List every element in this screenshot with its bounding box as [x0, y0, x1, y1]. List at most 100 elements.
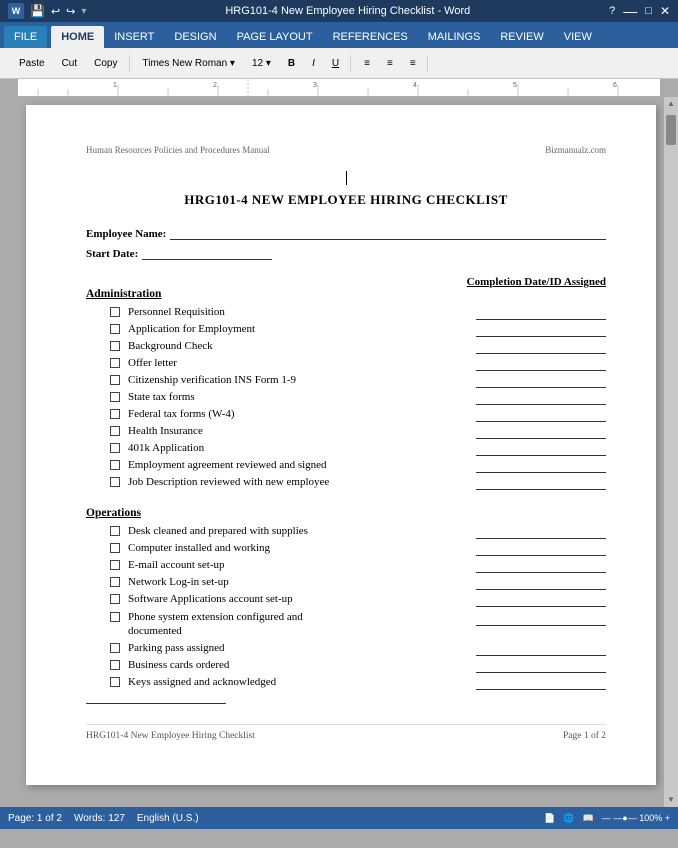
- footer-right: Page 1 of 2: [563, 731, 606, 741]
- item-citizenship: Citizenship verification INS Form 1-9: [128, 374, 470, 386]
- tab-design[interactable]: DESIGN: [164, 26, 226, 48]
- checkbox-state-tax[interactable]: [110, 392, 120, 402]
- italic-btn[interactable]: I: [305, 55, 322, 72]
- checkbox-citizenship[interactable]: [110, 375, 120, 385]
- paste-btn[interactable]: Paste: [12, 55, 52, 72]
- view-web-btn[interactable]: 🌐: [563, 813, 574, 824]
- item-line-state-tax: [476, 391, 606, 405]
- list-item: Phone system extension configured anddoc…: [86, 610, 606, 639]
- checkbox-desk[interactable]: [110, 526, 120, 536]
- checkbox-employment-agreement[interactable]: [110, 460, 120, 470]
- checkbox-keys[interactable]: [110, 677, 120, 687]
- redo-btn[interactable]: ↪: [66, 5, 75, 18]
- list-item: E-mail account set-up: [86, 559, 606, 573]
- item-keys: Keys assigned and acknowledged: [128, 676, 470, 688]
- checkbox-401k[interactable]: [110, 443, 120, 453]
- checkbox-offer[interactable]: [110, 358, 120, 368]
- item-line-application: [476, 323, 606, 337]
- item-job-desc: Job Description reviewed with new employ…: [128, 476, 470, 488]
- item-line-employment-agreement: [476, 459, 606, 473]
- item-background: Background Check: [128, 340, 470, 352]
- checkbox-health[interactable]: [110, 426, 120, 436]
- employee-name-row: Employee Name:: [86, 226, 606, 240]
- scroll-area[interactable]: Human Resources Policies and Procedures …: [18, 97, 664, 807]
- quick-save-btn[interactable]: 💾: [30, 4, 45, 18]
- align-right-btn[interactable]: ≡: [403, 55, 423, 72]
- item-computer: Computer installed and working: [128, 542, 470, 554]
- item-line-job-desc: [476, 476, 606, 490]
- start-date-line[interactable]: [142, 246, 272, 260]
- zoom-slider[interactable]: — —●— 100% +: [602, 813, 670, 823]
- checkbox-phone[interactable]: [110, 612, 120, 622]
- scroll-thumb[interactable]: [666, 115, 676, 145]
- item-application: Application for Employment: [128, 323, 470, 335]
- tab-review[interactable]: REVIEW: [490, 26, 553, 48]
- list-item: Offer letter: [86, 357, 606, 371]
- copy-btn[interactable]: Copy: [87, 55, 124, 72]
- checkbox-background[interactable]: [110, 341, 120, 351]
- item-line-keys: [476, 676, 606, 690]
- item-line-network: [476, 576, 606, 590]
- checkbox-network[interactable]: [110, 577, 120, 587]
- undo-btn[interactable]: ↩: [51, 5, 60, 18]
- list-item: Job Description reviewed with new employ…: [86, 476, 606, 490]
- svg-text:1: 1: [113, 82, 117, 89]
- start-date-row: Start Date:: [86, 246, 606, 260]
- item-line-software: [476, 593, 606, 607]
- font-size[interactable]: 12 ▾: [245, 55, 278, 72]
- ribbon-content: Paste Cut Copy Times New Roman ▾ 12 ▾ B …: [0, 48, 678, 78]
- checkbox-federal-tax[interactable]: [110, 409, 120, 419]
- checkbox-personnel[interactable]: [110, 307, 120, 317]
- checkbox-software[interactable]: [110, 594, 120, 604]
- close-btn[interactable]: ✕: [660, 4, 670, 18]
- list-item: Employment agreement reviewed and signed: [86, 459, 606, 473]
- tab-file[interactable]: FILE: [4, 26, 47, 48]
- employee-name-line[interactable]: [170, 226, 606, 240]
- minimize-btn[interactable]: —: [623, 3, 637, 19]
- completion-date-header: Completion Date/ID Assigned: [446, 276, 606, 288]
- checkbox-email[interactable]: [110, 560, 120, 570]
- scroll-up-arrow[interactable]: ▲: [667, 99, 675, 109]
- item-line-email: [476, 559, 606, 573]
- tab-references[interactable]: REFERENCES: [323, 26, 418, 48]
- item-employment-agreement: Employment agreement reviewed and signed: [128, 459, 470, 471]
- cut-btn[interactable]: Cut: [55, 55, 85, 72]
- clipboard-group: Paste Cut Copy: [8, 55, 130, 72]
- help-btn[interactable]: ?: [609, 5, 615, 17]
- view-print-btn[interactable]: 📄: [544, 813, 555, 824]
- title-bar: W 💾 ↩ ↪ ▾ HRG101-4 New Employee Hiring C…: [0, 0, 678, 22]
- tab-mailings[interactable]: MAILINGS: [418, 26, 491, 48]
- view-read-btn[interactable]: 📖: [583, 813, 594, 824]
- align-center-btn[interactable]: ≡: [380, 55, 400, 72]
- item-federal-tax: Federal tax forms (W-4): [128, 408, 470, 420]
- checkbox-application[interactable]: [110, 324, 120, 334]
- underline-btn[interactable]: U: [325, 55, 346, 72]
- start-date-label: Start Date:: [86, 248, 138, 260]
- bottom-signature-line: [86, 703, 226, 704]
- scroll-down-arrow[interactable]: ▼: [667, 795, 675, 805]
- checkbox-parking[interactable]: [110, 643, 120, 653]
- checkbox-job-desc[interactable]: [110, 477, 120, 487]
- bold-btn[interactable]: B: [281, 55, 302, 72]
- operations-header: Operations: [86, 507, 606, 519]
- font-select[interactable]: Times New Roman ▾: [136, 55, 242, 72]
- list-item: 401k Application: [86, 442, 606, 456]
- title-bar-left: W 💾 ↩ ↪ ▾: [8, 3, 86, 19]
- align-left-btn[interactable]: ≡: [357, 55, 377, 72]
- ribbon-tabs: FILE HOME INSERT DESIGN PAGE LAYOUT REFE…: [0, 22, 678, 48]
- tab-page-layout[interactable]: PAGE LAYOUT: [227, 26, 323, 48]
- item-line-401k: [476, 442, 606, 456]
- checkbox-computer[interactable]: [110, 543, 120, 553]
- maximize-btn[interactable]: □: [645, 5, 652, 17]
- svg-text:6: 6: [613, 82, 617, 89]
- ribbon: FILE HOME INSERT DESIGN PAGE LAYOUT REFE…: [0, 22, 678, 79]
- page-status: Page: 1 of 2: [8, 813, 62, 824]
- list-item: Federal tax forms (W-4): [86, 408, 606, 422]
- tab-insert[interactable]: INSERT: [104, 26, 164, 48]
- checkbox-business-cards[interactable]: [110, 660, 120, 670]
- tab-view[interactable]: VIEW: [554, 26, 602, 48]
- tab-home[interactable]: HOME: [51, 26, 104, 48]
- list-item: Citizenship verification INS Form 1-9: [86, 374, 606, 388]
- vertical-scrollbar[interactable]: ▲ ▼: [664, 97, 678, 807]
- list-item: Health Insurance: [86, 425, 606, 439]
